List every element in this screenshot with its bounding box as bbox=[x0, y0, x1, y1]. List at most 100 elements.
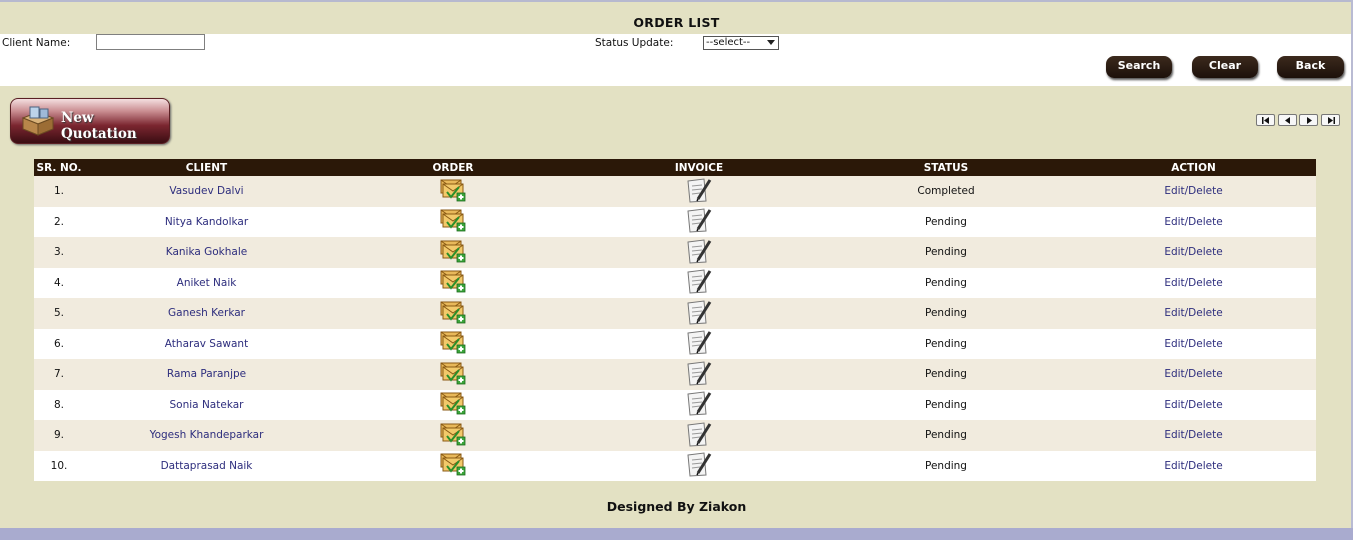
status-cell: Pending bbox=[925, 337, 967, 350]
status-cell: Pending bbox=[925, 307, 967, 320]
sr-no-cell: 6. bbox=[53, 337, 65, 350]
header-order: ORDER bbox=[432, 161, 474, 174]
header-sr-no: SR. NO. bbox=[36, 161, 82, 174]
order-cell bbox=[329, 176, 577, 207]
edit-delete-link[interactable]: Edit/Delete bbox=[1071, 298, 1316, 329]
invoice-cell bbox=[577, 359, 821, 390]
status-cell: Pending bbox=[925, 398, 967, 411]
edit-delete-link[interactable]: Edit/Delete bbox=[1071, 207, 1316, 238]
prev-page-button[interactable] bbox=[1278, 114, 1297, 126]
client-name-cell: Kanika Gokhale bbox=[165, 246, 248, 259]
edit-delete-link[interactable]: Edit/Delete bbox=[1071, 420, 1316, 451]
invoice-pen-icon[interactable] bbox=[684, 360, 714, 386]
order-envelope-icon[interactable] bbox=[440, 391, 466, 415]
invoice-cell bbox=[577, 237, 821, 268]
status-select-value: --select-- bbox=[706, 37, 751, 48]
next-page-button[interactable] bbox=[1299, 114, 1318, 126]
status-cell: Pending bbox=[925, 215, 967, 228]
table-row: 9. Yogesh Khandeparkar Pending Edit/Delete bbox=[34, 420, 1316, 451]
order-cell bbox=[329, 451, 577, 482]
quotation-box-icon bbox=[21, 106, 55, 139]
header-status: STATUS bbox=[923, 161, 969, 174]
edit-delete-link[interactable]: Edit/Delete bbox=[1071, 451, 1316, 482]
search-panel: Client Name: Status Update: --select-- S… bbox=[0, 34, 1351, 86]
invoice-pen-icon[interactable] bbox=[684, 238, 714, 264]
invoice-cell bbox=[577, 329, 821, 360]
order-envelope-icon[interactable] bbox=[440, 452, 466, 476]
clear-button[interactable]: Clear bbox=[1192, 56, 1258, 78]
status-cell: Pending bbox=[925, 459, 967, 472]
sr-no-cell: 4. bbox=[53, 276, 65, 289]
invoice-cell bbox=[577, 207, 821, 238]
last-page-button[interactable] bbox=[1321, 114, 1340, 126]
invoice-pen-icon[interactable] bbox=[684, 329, 714, 355]
status-cell: Pending bbox=[925, 429, 967, 442]
status-cell: Pending bbox=[925, 276, 967, 289]
prev-page-icon bbox=[1285, 117, 1290, 124]
header-invoice: INVOICE bbox=[674, 161, 724, 174]
invoice-pen-icon[interactable] bbox=[684, 390, 714, 416]
first-page-button[interactable] bbox=[1256, 114, 1275, 126]
edit-delete-link[interactable]: Edit/Delete bbox=[1071, 268, 1316, 299]
order-cell bbox=[329, 237, 577, 268]
order-envelope-icon[interactable] bbox=[440, 269, 466, 293]
order-cell bbox=[329, 359, 577, 390]
new-quotation-button[interactable]: New Quotation bbox=[10, 98, 170, 144]
client-name-cell: Nitya Kandolkar bbox=[164, 215, 249, 228]
table-row: 7. Rama Paranjpe Pending Edit/Delete bbox=[34, 359, 1316, 390]
client-name-input[interactable] bbox=[96, 34, 205, 50]
invoice-cell bbox=[577, 298, 821, 329]
edit-delete-link[interactable]: Edit/Delete bbox=[1071, 237, 1316, 268]
table-row: 2. Nitya Kandolkar Pending Edit/Delete bbox=[34, 206, 1316, 238]
order-envelope-icon[interactable] bbox=[440, 178, 466, 202]
sr-no-cell: 2. bbox=[53, 215, 65, 228]
invoice-pen-icon[interactable] bbox=[684, 421, 714, 447]
table-row: 8. Sonia Natekar Pending Edit/Delete bbox=[34, 389, 1316, 421]
invoice-pen-icon[interactable] bbox=[684, 177, 714, 203]
order-cell bbox=[329, 268, 577, 299]
client-name-cell: Aniket Naik bbox=[176, 276, 237, 289]
invoice-cell bbox=[577, 390, 821, 421]
invoice-pen-icon[interactable] bbox=[684, 268, 714, 294]
order-envelope-icon[interactable] bbox=[440, 422, 466, 446]
status-select[interactable]: --select-- bbox=[703, 36, 779, 50]
client-name-cell: Rama Paranjpe bbox=[166, 368, 247, 381]
status-update-label: Status Update: bbox=[595, 37, 674, 49]
table-row: 4. Aniket Naik Pending Edit/Delete bbox=[34, 267, 1316, 299]
first-page-icon bbox=[1262, 117, 1269, 124]
invoice-pen-icon[interactable] bbox=[684, 207, 714, 233]
order-envelope-icon[interactable] bbox=[440, 300, 466, 324]
sr-no-cell: 3. bbox=[53, 246, 65, 259]
invoice-cell bbox=[577, 451, 821, 482]
client-name-cell: Sonia Natekar bbox=[169, 398, 244, 411]
invoice-cell bbox=[577, 176, 821, 207]
invoice-pen-icon[interactable] bbox=[684, 299, 714, 325]
sr-no-cell: 5. bbox=[53, 307, 65, 320]
order-table: SR. NO. CLIENT ORDER INVOICE STATUS ACTI… bbox=[34, 159, 1316, 481]
top-border bbox=[0, 0, 1353, 2]
order-cell bbox=[329, 207, 577, 238]
invoice-cell bbox=[577, 268, 821, 299]
search-button[interactable]: Search bbox=[1106, 56, 1172, 78]
sr-no-cell: 9. bbox=[53, 429, 65, 442]
invoice-pen-icon[interactable] bbox=[684, 451, 714, 477]
edit-delete-link[interactable]: Edit/Delete bbox=[1071, 329, 1316, 360]
edit-delete-link[interactable]: Edit/Delete bbox=[1071, 359, 1316, 390]
status-cell: Completed bbox=[917, 185, 975, 198]
back-button[interactable]: Back bbox=[1277, 56, 1344, 78]
edit-delete-link[interactable]: Edit/Delete bbox=[1071, 176, 1316, 207]
header-client: CLIENT bbox=[185, 161, 228, 174]
order-envelope-icon[interactable] bbox=[440, 208, 466, 232]
header-action: ACTION bbox=[1171, 161, 1216, 174]
order-cell bbox=[329, 329, 577, 360]
edit-delete-link[interactable]: Edit/Delete bbox=[1071, 390, 1316, 421]
status-cell: Pending bbox=[925, 246, 967, 259]
next-page-icon bbox=[1307, 117, 1312, 124]
order-envelope-icon[interactable] bbox=[440, 330, 466, 354]
order-envelope-icon[interactable] bbox=[440, 361, 466, 385]
client-name-cell: Vasudev Dalvi bbox=[169, 185, 244, 198]
order-envelope-icon[interactable] bbox=[440, 239, 466, 263]
new-quotation-label: New Quotation bbox=[61, 110, 137, 142]
page-title: ORDER LIST bbox=[633, 15, 720, 30]
client-name-cell: Ganesh Kerkar bbox=[168, 307, 245, 320]
